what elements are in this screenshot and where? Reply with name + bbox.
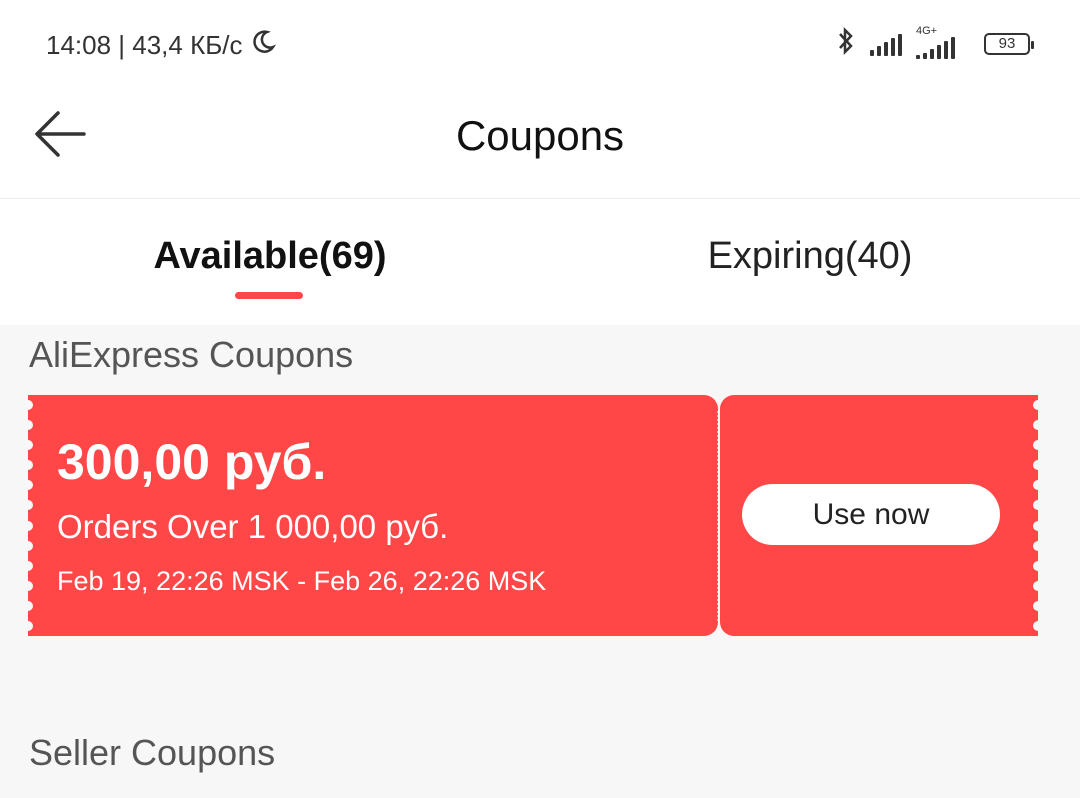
active-tab-indicator (235, 292, 303, 299)
use-now-button[interactable]: Use now (742, 484, 1000, 545)
tab-expiring[interactable]: Expiring(40) (540, 235, 1080, 278)
page-title: Coupons (455, 112, 625, 159)
tab-available[interactable]: Available(69) (0, 235, 540, 278)
status-bar: 14:08 | 43,4 КБ/с 4G+ 93 (0, 0, 1080, 90)
coupon-edge-notches-right (1033, 395, 1038, 636)
bluetooth-icon (836, 26, 856, 61)
4g-signal-icon: 4G+ (916, 25, 970, 59)
battery-level: 93 (998, 35, 1016, 52)
status-left: 14:08 | 43,4 КБ/с (46, 28, 277, 63)
coupon-card: 300,00 руб. Orders Over 1 000,00 руб. Fe… (28, 395, 1038, 636)
coupon-dates: Feb 19, 22:26 MSK - Feb 26, 22:26 MSK (57, 566, 547, 596)
coupon-edge-notches (28, 395, 33, 636)
signal-icon (870, 32, 902, 56)
battery-icon: 93 (984, 32, 1034, 55)
tab-bar: Available(69) Expiring(40) (0, 199, 1080, 325)
section-title-seller: Seller Coupons (29, 732, 276, 773)
coupon-condition: Orders Over 1 000,00 руб. (57, 508, 449, 545)
status-time-speed: 14:08 | 43,4 КБ/с (46, 30, 243, 60)
coupon-amount: 300,00 руб. (57, 434, 327, 490)
coupon-divider (717, 411, 719, 621)
moon-icon (249, 28, 277, 63)
coupon-info: 300,00 руб. Orders Over 1 000,00 руб. Fe… (28, 395, 718, 636)
section-title-aliexpress: AliExpress Coupons (29, 334, 354, 375)
coupon-action: Use now (720, 395, 1038, 636)
header: Coupons (0, 90, 1080, 199)
status-right: 4G+ 93 (836, 25, 1034, 61)
